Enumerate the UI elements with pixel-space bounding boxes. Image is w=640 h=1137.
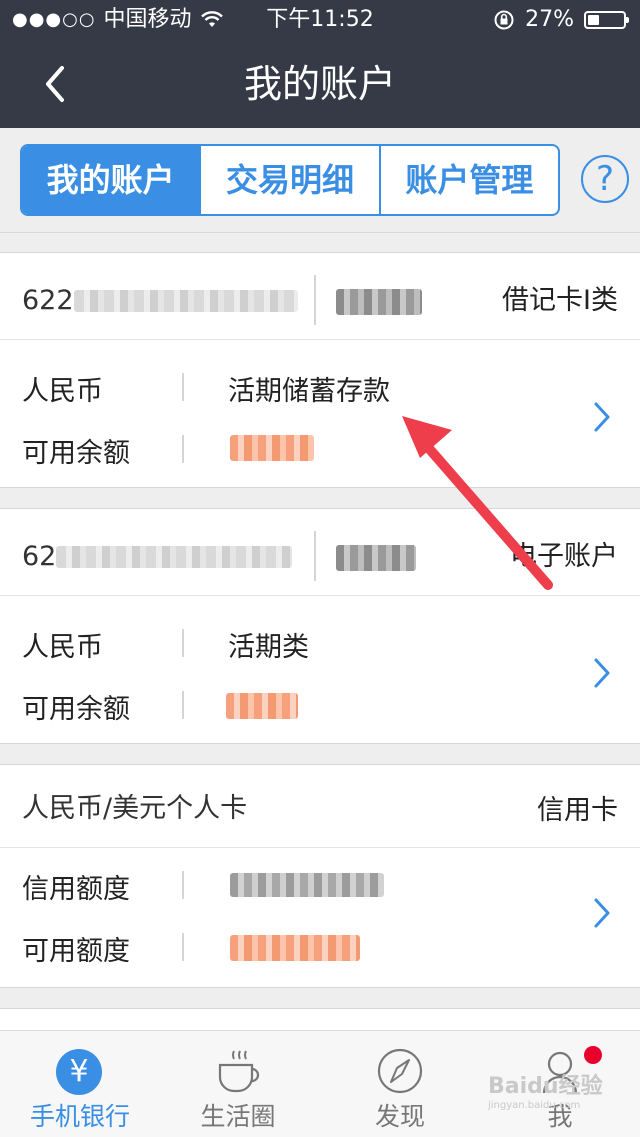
card-name: 人民币/美元个人卡 <box>22 793 248 824</box>
divider <box>314 531 316 581</box>
divider <box>182 629 184 657</box>
watermark: Baidu经验 jingyan.baidu.com <box>488 1068 603 1111</box>
currency-label: 人民币 <box>22 376 103 407</box>
rotation-lock-icon <box>494 10 514 30</box>
segmented-tabs: 我的账户 交易明细 账户管理 <box>20 144 560 216</box>
compass-icon <box>377 1048 423 1094</box>
tabbar-label: 手机银行 <box>29 1102 130 1131</box>
card-header: 人民币/美元个人卡 信用卡 <box>0 765 640 848</box>
tabbar-label: 生活圈 <box>200 1102 276 1131</box>
header: ●●●○○ 中国移动 下午11:52 27% 我的账户 <box>0 0 640 128</box>
tab-transaction-details[interactable]: 交易明细 <box>199 146 378 214</box>
masked-available-credit <box>230 935 360 961</box>
tab-account-management[interactable]: 账户管理 <box>378 146 558 214</box>
help-icon[interactable]: ? <box>581 155 629 203</box>
notification-badge <box>584 1046 602 1064</box>
tabbar-item-mobile-bank[interactable]: ¥ 手机银行 <box>0 1031 160 1137</box>
account-number: 622 <box>22 253 298 349</box>
available-balance-label: 可用余额 <box>22 694 130 725</box>
chevron-right-icon[interactable] <box>592 657 612 689</box>
tab-section: 我的账户 交易明细 账户管理 ? <box>0 128 640 233</box>
masked-account-name <box>336 289 422 315</box>
battery-icon <box>584 11 629 29</box>
coffee-cup-icon <box>218 1050 260 1093</box>
nav-bar: 我的账户 <box>0 40 640 128</box>
tab-my-account[interactable]: 我的账户 <box>22 146 200 214</box>
available-credit-label: 可用额度 <box>22 936 130 967</box>
chevron-right-icon[interactable] <box>592 897 612 929</box>
credit-limit-label: 信用额度 <box>22 874 130 905</box>
divider <box>182 373 184 401</box>
divider <box>182 933 184 961</box>
masked-balance <box>230 435 314 461</box>
masked-balance <box>226 693 298 719</box>
divider <box>182 435 184 463</box>
divider <box>182 691 184 719</box>
yuan-icon: ¥ <box>56 1049 102 1095</box>
watermark-url: jingyan.baidu.com <box>488 1100 581 1111</box>
masked-credit-limit <box>230 873 384 897</box>
account-kind: 活期类 <box>228 632 309 663</box>
divider <box>182 871 184 899</box>
account-card[interactable]: 62 电子账户 人民币 活期类 可用余额 <box>0 508 640 744</box>
card-header: 622 借记卡I类 <box>0 253 640 340</box>
tabbar-item-discover[interactable]: 发现 <box>320 1031 480 1137</box>
watermark-text: Baidu经验 <box>488 1074 603 1099</box>
back-arrow-icon[interactable] <box>38 62 78 106</box>
tabbar-item-life-circle[interactable]: 生活圈 <box>158 1031 318 1137</box>
card-type: 借记卡I类 <box>502 285 618 316</box>
masked-account-name <box>336 545 416 571</box>
status-bar: ●●●○○ 中国移动 下午11:52 27% <box>0 0 640 40</box>
tabbar-label: 发现 <box>374 1102 425 1131</box>
card-header: 62 电子账户 <box>0 509 640 596</box>
card-type: 电子账户 <box>510 541 618 572</box>
credit-card[interactable]: 人民币/美元个人卡 信用卡 信用额度 可用额度 <box>0 764 640 988</box>
available-balance-label: 可用余额 <box>22 438 130 469</box>
currency-label: 人民币 <box>22 632 103 663</box>
card-type: 信用卡 <box>537 795 618 826</box>
divider <box>314 275 316 325</box>
account-kind: 活期储蓄存款 <box>228 376 390 407</box>
account-number-prefix: 622 <box>22 285 74 316</box>
page-title: 我的账户 <box>243 62 396 106</box>
account-number: 62 <box>22 509 293 605</box>
status-right: 27% <box>493 0 629 40</box>
battery-percent: 27% <box>525 7 574 32</box>
account-card[interactable]: 622 借记卡I类 人民币 活期储蓄存款 可用余额 <box>0 252 640 488</box>
masked-account-number <box>56 546 293 568</box>
masked-account-number <box>73 290 298 312</box>
account-number-prefix: 62 <box>22 541 57 572</box>
chevron-right-icon[interactable] <box>592 401 612 433</box>
